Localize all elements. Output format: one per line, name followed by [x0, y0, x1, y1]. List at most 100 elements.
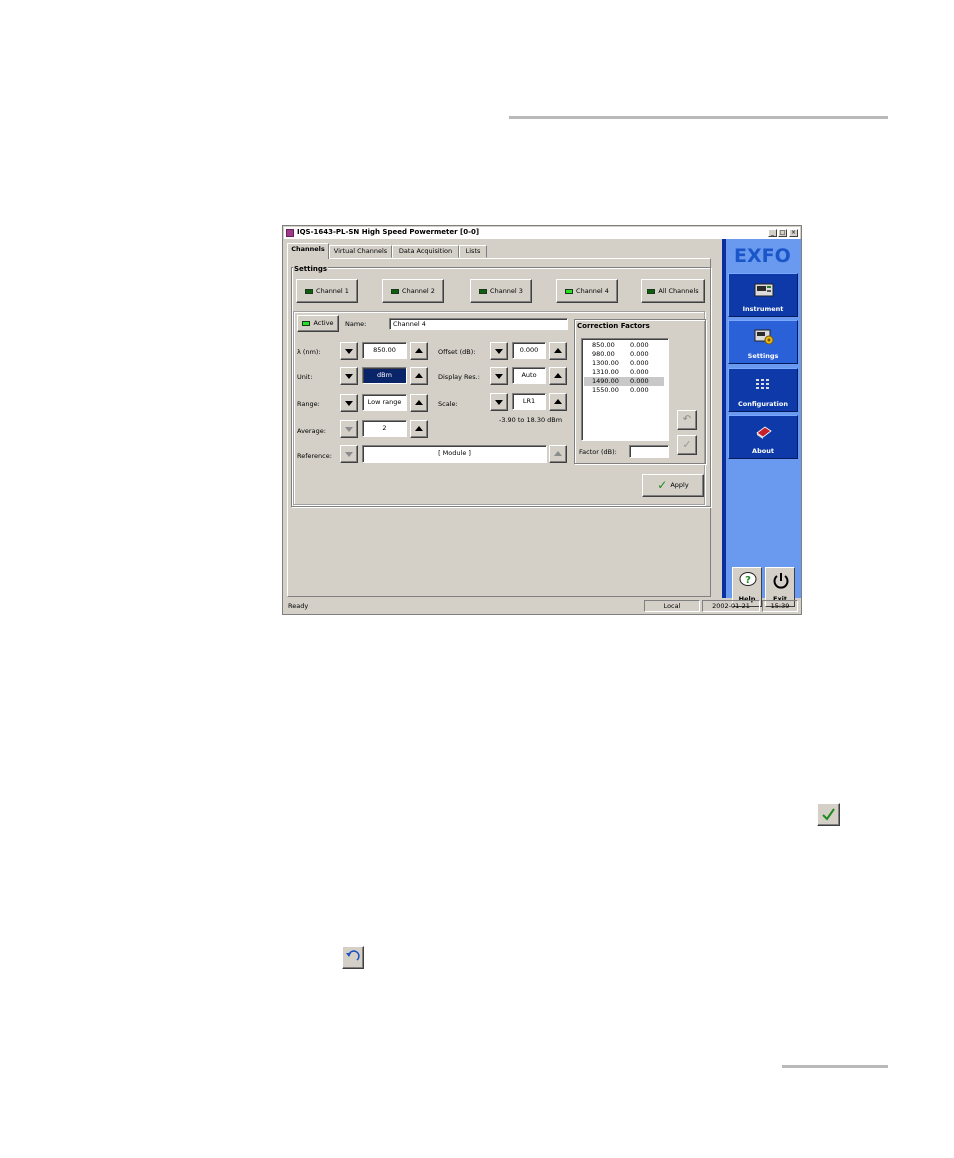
active-led: [302, 320, 311, 326]
correction-factor-value: 0.000: [630, 341, 649, 349]
correction-wavelength: 980.00: [592, 350, 615, 358]
undo-icon: ↶: [682, 414, 692, 425]
maximize-button[interactable]: □: [778, 229, 787, 237]
instrument-label: Instrument: [742, 305, 784, 313]
average-up-button[interactable]: [410, 420, 428, 438]
name-label: Name:: [345, 320, 367, 328]
side-strip: [722, 239, 726, 598]
unit-down-button[interactable]: [340, 367, 358, 385]
correction-wavelength: 1310.00: [592, 368, 619, 376]
undo-icon-sample: [342, 946, 364, 969]
status-bar: Ready Local 2002-01-21 15:39: [284, 600, 800, 613]
range-up-button[interactable]: [410, 394, 428, 412]
reference-down-button[interactable]: [340, 445, 358, 463]
power-icon: [773, 573, 789, 589]
close-button[interactable]: ×: [789, 229, 798, 237]
correction-factor-row[interactable]: 980.00 0.000: [584, 350, 664, 359]
unit-field[interactable]: dBm: [362, 367, 407, 384]
scale-up-button[interactable]: [549, 393, 567, 411]
green-check-icon: [822, 808, 835, 821]
correction-factor-value: 0.000: [630, 368, 649, 376]
unit-up-button[interactable]: [410, 367, 428, 385]
check-icon: ✓: [682, 438, 692, 451]
configuration-icon: [756, 379, 769, 389]
average-field[interactable]: 2: [362, 420, 407, 437]
all-channels-label: All Channels: [658, 287, 699, 295]
name-input[interactable]: Channel 4: [389, 318, 568, 330]
instrument-button[interactable]: Instrument: [728, 273, 798, 317]
active-toggle[interactable]: Active: [297, 315, 339, 332]
range-field[interactable]: Low range: [362, 394, 407, 411]
display-res-up-button[interactable]: [549, 367, 567, 385]
range-down-button[interactable]: [340, 394, 358, 412]
side-navigation: EXFO Instrument Settings Configuration A…: [722, 239, 801, 607]
correction-factor-value: 0.000: [630, 350, 649, 358]
correction-factor-row[interactable]: 1300.00 0.000: [584, 359, 664, 368]
settings-nav-button[interactable]: Settings: [728, 320, 798, 364]
status-time: 15:39: [762, 600, 798, 612]
about-label: About: [752, 447, 774, 455]
wavelength-field[interactable]: 850.00: [362, 342, 407, 359]
tab-data-acquisition[interactable]: Data Acquisition: [392, 245, 459, 258]
correction-wavelength: 1490.00: [592, 377, 619, 385]
correction-wavelength: 1300.00: [592, 359, 619, 367]
apply-button[interactable]: ✓ Apply: [642, 474, 704, 497]
minimize-button[interactable]: _: [768, 229, 777, 237]
all-channels-button[interactable]: All Channels: [641, 279, 705, 303]
offset-field[interactable]: 0.000: [512, 342, 546, 359]
header-rule: [509, 116, 888, 119]
display-res-down-button[interactable]: [490, 367, 508, 385]
blue-undo-icon: [346, 950, 360, 961]
correction-factor-row[interactable]: 1550.00 0.000: [584, 386, 664, 395]
about-button[interactable]: About: [728, 415, 798, 459]
scale-down-button[interactable]: [490, 393, 508, 411]
correction-factor-value: 0.000: [630, 359, 649, 367]
range-label: Range:: [297, 400, 320, 408]
correction-factor-row[interactable]: 850.00 0.000: [584, 341, 664, 350]
wavelength-label: λ (nm):: [297, 348, 321, 356]
reference-up-button[interactable]: [549, 445, 567, 463]
settings-label: Settings: [293, 265, 329, 273]
correction-factor-row[interactable]: 1310.00 0.000: [584, 368, 664, 377]
tab-lists[interactable]: Lists: [459, 245, 487, 258]
channel-4-button[interactable]: Channel 4: [556, 279, 618, 303]
wavelength-up-button[interactable]: [410, 342, 428, 360]
display-res-field[interactable]: Auto: [512, 367, 546, 384]
active-label: Active: [313, 319, 334, 327]
channel-4-label: Channel 4: [576, 287, 609, 295]
check-button[interactable]: ✓: [677, 435, 697, 455]
wavelength-down-button[interactable]: [340, 342, 358, 360]
channel-3-button[interactable]: Channel 3: [470, 279, 532, 303]
correction-wavelength: 850.00: [592, 341, 615, 349]
apply-label: Apply: [670, 481, 689, 489]
reference-field[interactable]: [ Module ]: [362, 445, 547, 463]
correction-factor-value: 0.000: [630, 386, 649, 394]
reference-label: Reference:: [297, 452, 332, 460]
offset-down-button[interactable]: [490, 342, 508, 360]
footer-rule: [782, 1065, 888, 1068]
scale-label: Scale:: [438, 400, 458, 408]
window-title: IQS-1643-PL-SN High Speed Powermeter [0-…: [297, 228, 480, 236]
unit-label: Unit:: [297, 373, 313, 381]
correction-factors-list[interactable]: 850.00 0.000 980.00 0.000 1300.00 0.000 1310.0…: [581, 338, 669, 441]
tab-virtual-channels[interactable]: Virtual Channels: [329, 245, 392, 258]
apply-check-icon: ✓: [657, 478, 668, 492]
scale-field[interactable]: LR1: [512, 393, 546, 410]
offset-up-button[interactable]: [549, 342, 567, 360]
all-channels-led: [647, 288, 656, 294]
offset-label: Offset (dB):: [438, 348, 476, 356]
undo-button[interactable]: ↶: [677, 410, 697, 430]
channel-1-button[interactable]: Channel 1: [296, 279, 358, 303]
correction-factor-row[interactable]: 1490.00 0.000: [584, 377, 664, 386]
channel-2-button[interactable]: Channel 2: [382, 279, 444, 303]
channel-3-led: [479, 288, 488, 294]
about-book-icon: [756, 426, 772, 439]
configuration-button[interactable]: Configuration: [728, 368, 798, 412]
exfo-logo: EXFO: [734, 245, 791, 267]
status-mode: Local: [644, 600, 700, 612]
average-down-button[interactable]: [340, 420, 358, 438]
status-state: Ready: [288, 602, 309, 610]
tab-channels[interactable]: Channels: [287, 243, 329, 259]
factor-input[interactable]: [629, 445, 669, 458]
factor-label: Factor (dB):: [579, 448, 617, 456]
